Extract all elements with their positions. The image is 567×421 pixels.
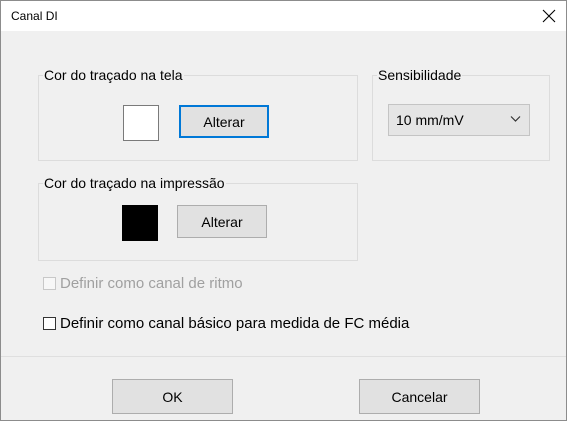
sensitivity-selected-value: 10 mm/mV xyxy=(396,112,464,128)
screen-color-swatch xyxy=(123,105,159,141)
rhythm-channel-checkbox[interactable] xyxy=(43,277,56,290)
sensitivity-legend: Sensibilidade xyxy=(377,66,463,84)
print-color-change-button[interactable]: Alterar xyxy=(177,205,267,238)
screen-color-legend: Cor do traçado na tela xyxy=(43,66,184,84)
sensitivity-group: Sensibilidade 10 mm/mV xyxy=(372,66,550,161)
window-title: Canal DI xyxy=(11,9,58,23)
basic-channel-option[interactable]: Definir como canal básico para medida de… xyxy=(43,315,409,332)
print-color-legend: Cor do traçado na impressão xyxy=(43,174,226,192)
screen-color-change-button[interactable]: Alterar xyxy=(179,105,269,138)
cancel-button[interactable]: Cancelar xyxy=(359,379,480,414)
rhythm-channel-label: Definir como canal de ritmo xyxy=(60,275,243,292)
title-bar: Canal DI xyxy=(1,1,566,31)
basic-channel-checkbox[interactable] xyxy=(43,317,56,330)
dialog-window: Canal DI Cor do traçado na tela Alterar … xyxy=(0,0,567,421)
screen-color-group: Cor do traçado na tela Alterar xyxy=(38,66,358,161)
chevron-down-icon xyxy=(510,116,521,122)
close-icon[interactable] xyxy=(532,1,566,31)
sensitivity-select[interactable]: 10 mm/mV xyxy=(388,104,530,136)
ok-button[interactable]: OK xyxy=(112,379,233,414)
print-color-group: Cor do traçado na impressão Alterar xyxy=(38,174,358,261)
close-icon-glyph xyxy=(542,9,556,23)
rhythm-channel-option[interactable]: Definir como canal de ritmo xyxy=(43,275,243,292)
basic-channel-label: Definir como canal básico para medida de… xyxy=(60,315,410,332)
print-color-swatch xyxy=(122,205,158,241)
footer-divider xyxy=(1,356,566,357)
